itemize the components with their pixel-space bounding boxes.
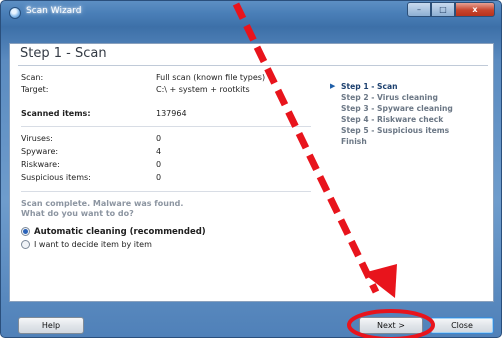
step-item-spyware-cleaning: Step 3 - Spyware cleaning: [341, 104, 453, 113]
caption-buttons: – □ x: [407, 2, 495, 17]
step-label: Step 4 - Riskware check: [341, 115, 444, 124]
step-label: Step 5 - Suspicious items: [341, 126, 450, 135]
option-label[interactable]: I want to decide item by item: [34, 240, 152, 249]
close-button[interactable]: Close: [430, 317, 494, 334]
close-window-button[interactable]: x: [455, 2, 495, 17]
step-label: Step 1 - Scan: [341, 82, 398, 91]
window-title: Scan Wizard: [26, 6, 82, 16]
scan-type-label: Scan:: [21, 73, 44, 82]
step-item-scan: ▶ Step 1 - Scan: [330, 82, 398, 91]
close-button-label: Close: [451, 321, 473, 330]
app-icon: [9, 7, 21, 19]
scanned-items-label: Scanned items:: [21, 109, 91, 118]
minimize-button[interactable]: –: [407, 2, 431, 17]
radio-unselected-icon[interactable]: [21, 240, 30, 249]
threat-label: Viruses:: [21, 134, 53, 143]
title-divider: [18, 65, 488, 66]
step-item-virus-cleaning: Step 2 - Virus cleaning: [341, 93, 438, 102]
help-button-label: Help: [41, 321, 61, 330]
threat-label: Spyware:: [21, 147, 59, 156]
step-item-riskware-check: Step 4 - Riskware check: [341, 115, 443, 124]
page-title: Step 1 - Scan: [20, 46, 107, 61]
next-button-label: Next >: [377, 321, 405, 330]
step-label: Step 3 - Spyware cleaning: [341, 104, 453, 113]
threat-label: Riskware:: [21, 160, 60, 169]
step-label: Finish: [341, 137, 367, 146]
threat-value: 0: [156, 134, 162, 143]
threat-label: Suspicious items:: [21, 173, 91, 182]
divider: [21, 191, 311, 192]
title-bar[interactable]: Scan Wizard – □ x: [1, 1, 501, 23]
next-button[interactable]: Next >: [359, 317, 423, 334]
target-value: C:\ + system + rootkits: [156, 85, 250, 94]
target-label: Target:: [21, 85, 49, 94]
scan-type-value: Full scan (known file types): [156, 73, 266, 82]
divider: [21, 126, 311, 127]
result-message-line2: What do you want to do?: [21, 209, 134, 218]
step-item-suspicious-items: Step 5 - Suspicious items: [341, 126, 449, 135]
option-decide-item-by-item[interactable]: I want to decide item by item: [21, 239, 152, 250]
step-item-finish: Finish: [341, 137, 367, 146]
wizard-content-panel: Step 1 - Scan Scan: Full scan (known fil…: [9, 43, 494, 302]
maximize-icon: □: [439, 4, 447, 14]
scanned-items-value: 137964: [156, 109, 187, 118]
threat-value: 0: [156, 173, 162, 182]
radio-selected-icon[interactable]: [21, 227, 30, 236]
option-automatic-cleaning[interactable]: Automatic cleaning (recommended): [21, 226, 206, 237]
current-step-arrow-icon: ▶: [330, 82, 336, 90]
minimize-icon: –: [417, 4, 421, 14]
threat-value: 0: [156, 160, 162, 169]
step-label: Step 2 - Virus cleaning: [341, 93, 438, 102]
scan-wizard-window: Scan Wizard – □ x Step 1 - Scan Scan: Fu…: [0, 0, 502, 338]
maximize-button[interactable]: □: [431, 2, 455, 17]
help-button[interactable]: Help: [18, 317, 84, 334]
result-message-line1: Scan complete. Malware was found.: [21, 199, 184, 208]
option-label[interactable]: Automatic cleaning (recommended): [34, 227, 206, 237]
close-icon: x: [472, 4, 478, 14]
threat-value: 4: [156, 147, 162, 156]
